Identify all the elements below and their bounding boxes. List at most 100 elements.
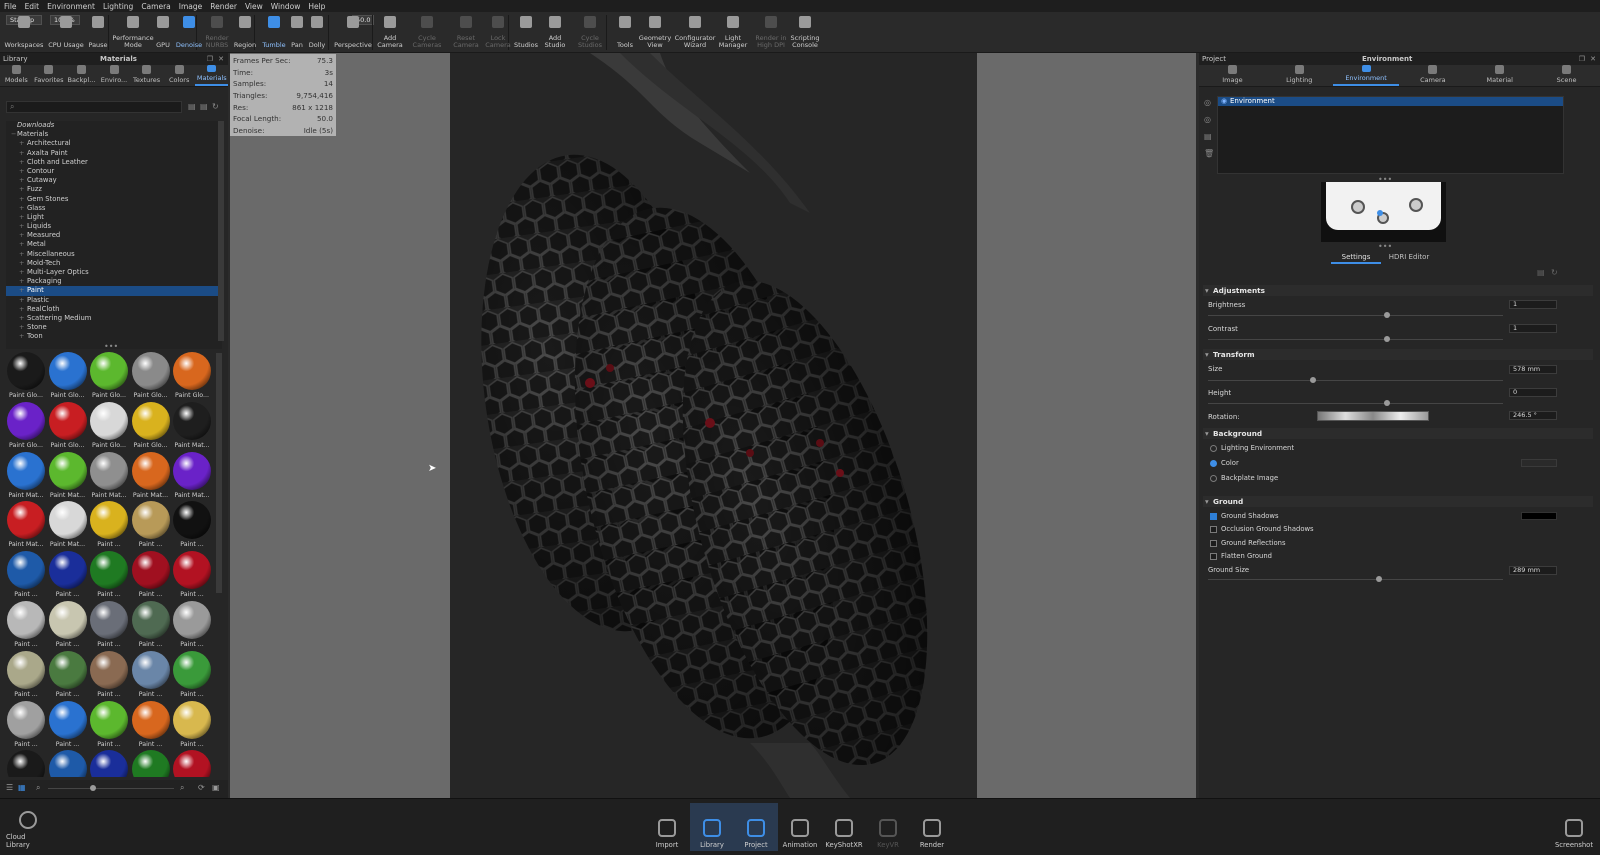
radio-lighting-environment[interactable] (1210, 445, 1217, 452)
material-swatch[interactable]: Paint Glo... (131, 401, 171, 450)
tab-scene[interactable]: Scene (1533, 65, 1600, 86)
menu-view[interactable]: View (245, 2, 263, 11)
render-viewport[interactable]: ➤ (230, 53, 1196, 798)
tree-item-miscellaneous[interactable]: Miscellaneous (6, 250, 222, 259)
material-swatch[interactable]: Paint ... (131, 700, 171, 749)
ground-size-slider[interactable] (1208, 576, 1503, 582)
duplicate-icon[interactable]: ◎ (1204, 115, 1211, 124)
save-icon[interactable]: ▤ (1537, 268, 1545, 277)
tab-lighting[interactable]: Lighting (1266, 65, 1333, 86)
copy-icon[interactable]: ▤ (1204, 132, 1212, 141)
checkbox-occlusion-ground-shadows[interactable] (1210, 526, 1217, 534)
material-swatch[interactable]: Paint Mat... (48, 451, 88, 500)
render-region[interactable] (450, 53, 977, 798)
tree-item-glass[interactable]: Glass (6, 204, 222, 213)
material-swatch[interactable]: Paint ... (131, 550, 171, 599)
configurator-wizard-button[interactable]: Configurator Wizard (675, 12, 715, 53)
add-environment-icon[interactable]: ◎ (1204, 98, 1211, 107)
tree-item-plastic[interactable]: Plastic (6, 296, 222, 305)
contrast-input[interactable]: 1 (1509, 324, 1557, 333)
tree-item-liquids[interactable]: Liquids (6, 222, 222, 231)
tree-item-gem-stones[interactable]: Gem Stones (6, 195, 222, 204)
contrast-slider[interactable] (1208, 336, 1503, 342)
material-swatch[interactable] (48, 749, 88, 777)
tree-item-downloads[interactable]: Downloads (6, 121, 222, 130)
background-section[interactable]: Background (1203, 428, 1593, 439)
material-swatch[interactable]: Paint Glo... (89, 351, 129, 400)
tree-item-realcloth[interactable]: RealCloth (6, 305, 222, 314)
material-swatch[interactable]: Paint ... (89, 600, 129, 649)
zoom-in-icon[interactable]: ⌕ (180, 783, 184, 793)
render-button[interactable]: Render (910, 803, 954, 851)
tab-colors[interactable]: Colors (163, 65, 196, 86)
material-swatch[interactable]: Paint Glo... (6, 401, 46, 450)
reset-camera-button[interactable]: Reset Camera (452, 12, 480, 53)
material-swatch[interactable]: Paint ... (48, 550, 88, 599)
radio-color[interactable] (1210, 460, 1217, 467)
cloud-library-button[interactable]: Cloud Library (6, 803, 50, 851)
height-slider[interactable] (1208, 400, 1503, 406)
transform-section[interactable]: Transform (1203, 349, 1593, 360)
menu-file[interactable]: File (4, 2, 17, 11)
material-swatch[interactable] (172, 749, 212, 777)
panel-close-icon[interactable]: ✕ (218, 53, 224, 65)
menu-help[interactable]: Help (308, 2, 325, 11)
list-view-icon[interactable]: ☰ (6, 783, 13, 792)
tree-item-cloth-and-leather[interactable]: Cloth and Leather (6, 158, 222, 167)
checkbox-flatten-ground[interactable] (1210, 552, 1217, 560)
tab-textures[interactable]: Textures (130, 65, 163, 86)
material-swatch[interactable]: Paint Mat... (172, 451, 212, 500)
gpu-button[interactable]: GPU (152, 12, 174, 53)
material-swatch[interactable]: Paint Glo... (48, 351, 88, 400)
material-swatch[interactable]: Paint ... (48, 700, 88, 749)
denoise-button[interactable]: Denoise (176, 12, 202, 53)
tree-item-mold-tech[interactable]: Mold-Tech (6, 259, 222, 268)
size-slider[interactable] (1208, 377, 1503, 383)
rotation-input[interactable]: 246.5 ° (1509, 411, 1557, 420)
material-swatch[interactable]: Paint ... (48, 650, 88, 699)
brightness-input[interactable]: 1 (1509, 300, 1557, 309)
material-swatch[interactable]: Paint ... (89, 650, 129, 699)
material-swatch[interactable]: Paint Mat... (6, 500, 46, 549)
library-search-input[interactable]: ⌕ (6, 101, 182, 113)
render-nurbs-button[interactable]: Render NURBS (204, 12, 230, 53)
sync-icon[interactable]: ⟳ (198, 783, 205, 792)
tree-scrollbar[interactable] (218, 121, 224, 341)
material-swatch[interactable]: Paint Mat... (131, 451, 171, 500)
dolly-button[interactable]: Dolly (306, 12, 328, 53)
material-swatch[interactable]: Paint ... (172, 700, 212, 749)
hdri-preview[interactable] (1321, 182, 1446, 242)
material-swatch[interactable]: Paint ... (89, 550, 129, 599)
animation-button[interactable]: Animation (778, 803, 822, 851)
grid-view-icon[interactable]: ▦ (18, 783, 26, 792)
folder-icon[interactable]: ▤ (200, 102, 208, 111)
tree-item-contour[interactable]: Contour (6, 167, 222, 176)
checkbox-ground-shadows[interactable] (1210, 513, 1217, 520)
tab-backpl[interactable]: Backpl... (65, 65, 98, 86)
workspaces-button[interactable]: Workspaces (4, 12, 44, 53)
tab-environment[interactable]: Environment (1332, 65, 1400, 86)
tab-materials[interactable]: Materials (195, 65, 229, 86)
menu-window[interactable]: Window (271, 2, 301, 11)
material-swatch[interactable]: Paint ... (172, 600, 212, 649)
image-icon[interactable]: ▣ (212, 783, 220, 792)
studios-button[interactable]: Studios (514, 12, 538, 53)
brightness-slider[interactable] (1208, 312, 1503, 318)
panel-close-icon[interactable]: ✕ (1590, 53, 1596, 65)
keyshotxr-button[interactable]: KeyShotXR (822, 803, 866, 851)
tree-item-stone[interactable]: Stone (6, 323, 222, 332)
tab-camera[interactable]: Camera (1399, 65, 1466, 86)
material-swatch[interactable]: Paint ... (172, 650, 212, 699)
light-manager-button[interactable]: Light Manager (718, 12, 748, 53)
material-swatch[interactable]: Paint Glo... (172, 351, 212, 400)
tree-item-axalta-paint[interactable]: Axalta Paint (6, 149, 222, 158)
keyvr-button[interactable]: KeyVR (866, 803, 910, 851)
material-swatch[interactable]: Paint Mat... (89, 451, 129, 500)
thumbnail-size-slider[interactable] (48, 785, 174, 791)
cpu-usage-button[interactable]: CPU Usage (48, 12, 84, 53)
tree-item-packaging[interactable]: Packaging (6, 277, 222, 286)
ground-shadow-color-swatch[interactable] (1521, 512, 1557, 520)
tab-models[interactable]: Models (0, 65, 33, 86)
tree-item-multi-layer-optics[interactable]: Multi-Layer Optics (6, 268, 222, 277)
add-studio-button[interactable]: Add Studio (542, 12, 568, 53)
